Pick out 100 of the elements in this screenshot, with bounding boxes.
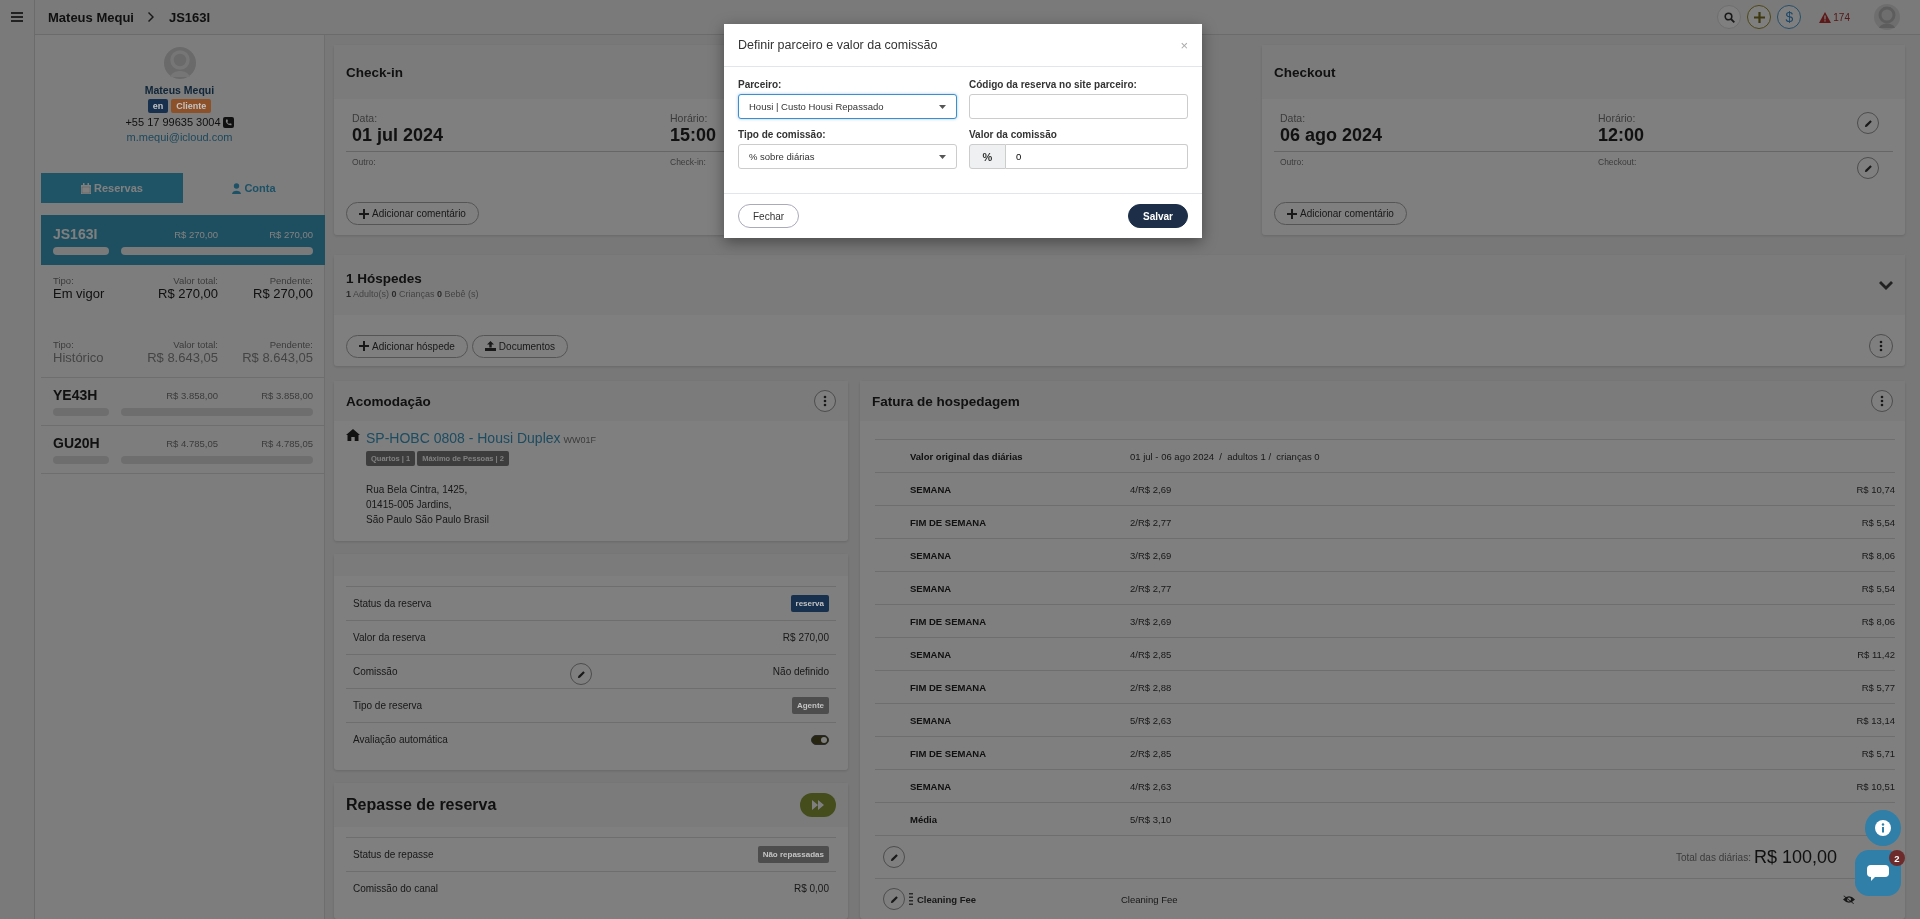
select-field[interactable]: % sobre diárias	[738, 144, 957, 169]
fee-label: Cleaning Fee	[917, 893, 978, 905]
save-button[interactable]: Salvar	[1127, 204, 1188, 228]
guest-badge: Cliente	[171, 99, 212, 113]
row-amount: R$ 10,74	[1855, 483, 1895, 495]
row-label: SEMANA	[910, 483, 953, 495]
field-label: Pendente:	[269, 339, 313, 350]
row-value: Não definido	[772, 666, 829, 677]
row-label: Avaliação automática	[353, 734, 448, 745]
field-label: Outro:	[1280, 157, 1304, 169]
close-button[interactable]: ×	[1180, 37, 1188, 53]
more-button[interactable]	[1869, 334, 1893, 358]
total-value: R$ 100,00	[1753, 846, 1837, 868]
calendar-icon	[81, 182, 92, 194]
pending-amount: R$ 270,00	[268, 228, 313, 240]
chevron-right-icon	[147, 12, 155, 22]
status-badge: Agente	[791, 697, 829, 714]
edit-button[interactable]	[883, 846, 905, 868]
search-icon	[1723, 11, 1735, 23]
input-field[interactable]	[969, 94, 1188, 119]
field-label: Checkout:	[1598, 157, 1637, 169]
row-detail: 4/R$ 2,69	[1130, 483, 1173, 495]
card-title: 1 Hóspedes	[346, 271, 423, 286]
input-field[interactable]: 0	[1006, 144, 1188, 169]
field-label: Check-in:	[670, 157, 706, 167]
user-icon	[232, 182, 242, 194]
home-icon	[346, 429, 360, 441]
more-icon	[823, 395, 827, 407]
progress-track	[53, 247, 109, 255]
field-label: Horário:	[1598, 112, 1636, 124]
modal-backdrop[interactable]	[0, 0, 1920, 919]
row-detail: 4/R$ 2,85	[1130, 648, 1173, 660]
add-comment-button[interactable]: Adicionar comentário	[1274, 202, 1407, 225]
date-value: 06 ago 2024	[1280, 125, 1383, 146]
field-label: Tipo de comissão:	[738, 129, 827, 140]
more-button[interactable]	[814, 390, 836, 412]
pencil-icon	[889, 894, 899, 904]
breadcrumb-item[interactable]: JS163I	[168, 9, 211, 25]
guest-badge: en	[147, 99, 169, 113]
row-label: Tipo de reserva	[353, 700, 423, 711]
date-value: 01 jul 2024	[352, 125, 444, 146]
pending-amount: R$ 3.858,00	[260, 389, 313, 401]
close-button[interactable]: Fechar	[738, 204, 800, 228]
email-link[interactable]: m.mequi@icloud.com	[126, 131, 233, 143]
action-button[interactable]: Documentos	[471, 334, 568, 358]
reservation-code: YE43H	[53, 387, 99, 403]
row-label: SEMANA	[910, 648, 953, 660]
add-button[interactable]	[1747, 5, 1772, 29]
edit-button[interactable]	[1857, 112, 1879, 134]
pencil-icon	[1863, 163, 1873, 173]
add-comment-button[interactable]: Adicionar comentário	[346, 202, 479, 225]
row-detail: 2/R$ 2,77	[1130, 582, 1173, 594]
property-link[interactable]: SP-HOBC 0808 - Housi Duplex	[366, 430, 561, 446]
alert-count[interactable]: 174	[1833, 11, 1850, 23]
notification-badge: 2	[1889, 850, 1905, 866]
fee-description: Cleaning Fee	[1121, 893, 1178, 905]
forward-button[interactable]	[800, 793, 836, 817]
chat-button[interactable]	[1855, 850, 1901, 896]
reservation-code: GU20H	[53, 435, 101, 451]
address-line: Rua Bela Cintra, 1425,	[366, 483, 469, 497]
reservation-item[interactable]: YE43H R$ 3.858,00 R$ 3.858,00	[41, 378, 325, 426]
fast-forward-icon	[812, 800, 824, 810]
currency-button[interactable]: $	[1777, 5, 1802, 29]
menu-icon[interactable]	[11, 11, 23, 23]
chevron-down-icon	[1879, 280, 1893, 290]
edit-button[interactable]	[1857, 157, 1879, 179]
expand-button[interactable]	[1879, 280, 1893, 290]
reservation-code: JS163I	[53, 226, 99, 242]
plus-icon	[1753, 11, 1765, 23]
reservation-item[interactable]: JS163I R$ 270,00 R$ 270,00	[41, 215, 325, 265]
field-label: Tipo:	[53, 275, 75, 286]
pencil-icon	[576, 669, 586, 679]
row-label: Comissão do canal	[353, 883, 439, 894]
more-button[interactable]	[1871, 390, 1893, 412]
toggle-switch[interactable]	[811, 734, 829, 745]
row-label: SEMANA	[910, 714, 953, 726]
type-value: Histórico	[53, 350, 105, 365]
edit-button[interactable]	[570, 663, 592, 685]
edit-button[interactable]	[883, 888, 905, 910]
row-amount: R$ 5,77	[1860, 681, 1895, 693]
more-icon	[1879, 340, 1883, 352]
row-amount: R$ 13,14	[1855, 714, 1895, 726]
row-label: FIM DE SEMANA	[910, 615, 987, 627]
row-detail: 4/R$ 2,63	[1130, 780, 1173, 792]
reservation-item[interactable]: GU20H R$ 4.785,05 R$ 4.785,05	[41, 426, 325, 474]
phone-number: +55 17 99635 3004	[125, 116, 221, 128]
total-amount: R$ 4.785,05	[165, 437, 218, 449]
more-icon	[1880, 395, 1884, 407]
field-label: Horário:	[670, 112, 708, 124]
row-value: R$ 0,00	[793, 883, 829, 894]
pencil-icon	[1863, 118, 1873, 128]
modal-title: Definir parceiro e valor da comissão	[738, 38, 938, 52]
field-label: Valor da comissão	[969, 129, 1058, 140]
action-button[interactable]: Adicionar hóspede	[346, 334, 468, 358]
row-detail: 2/R$ 2,77	[1130, 516, 1173, 528]
caret-icon	[939, 154, 946, 159]
select-field[interactable]: Housi | Custo Housi Repassado	[738, 94, 957, 119]
breadcrumb-item[interactable]: Mateus Mequi	[48, 9, 134, 25]
search-button[interactable]	[1717, 5, 1742, 29]
row-amount: R$ 10,51	[1855, 780, 1895, 792]
